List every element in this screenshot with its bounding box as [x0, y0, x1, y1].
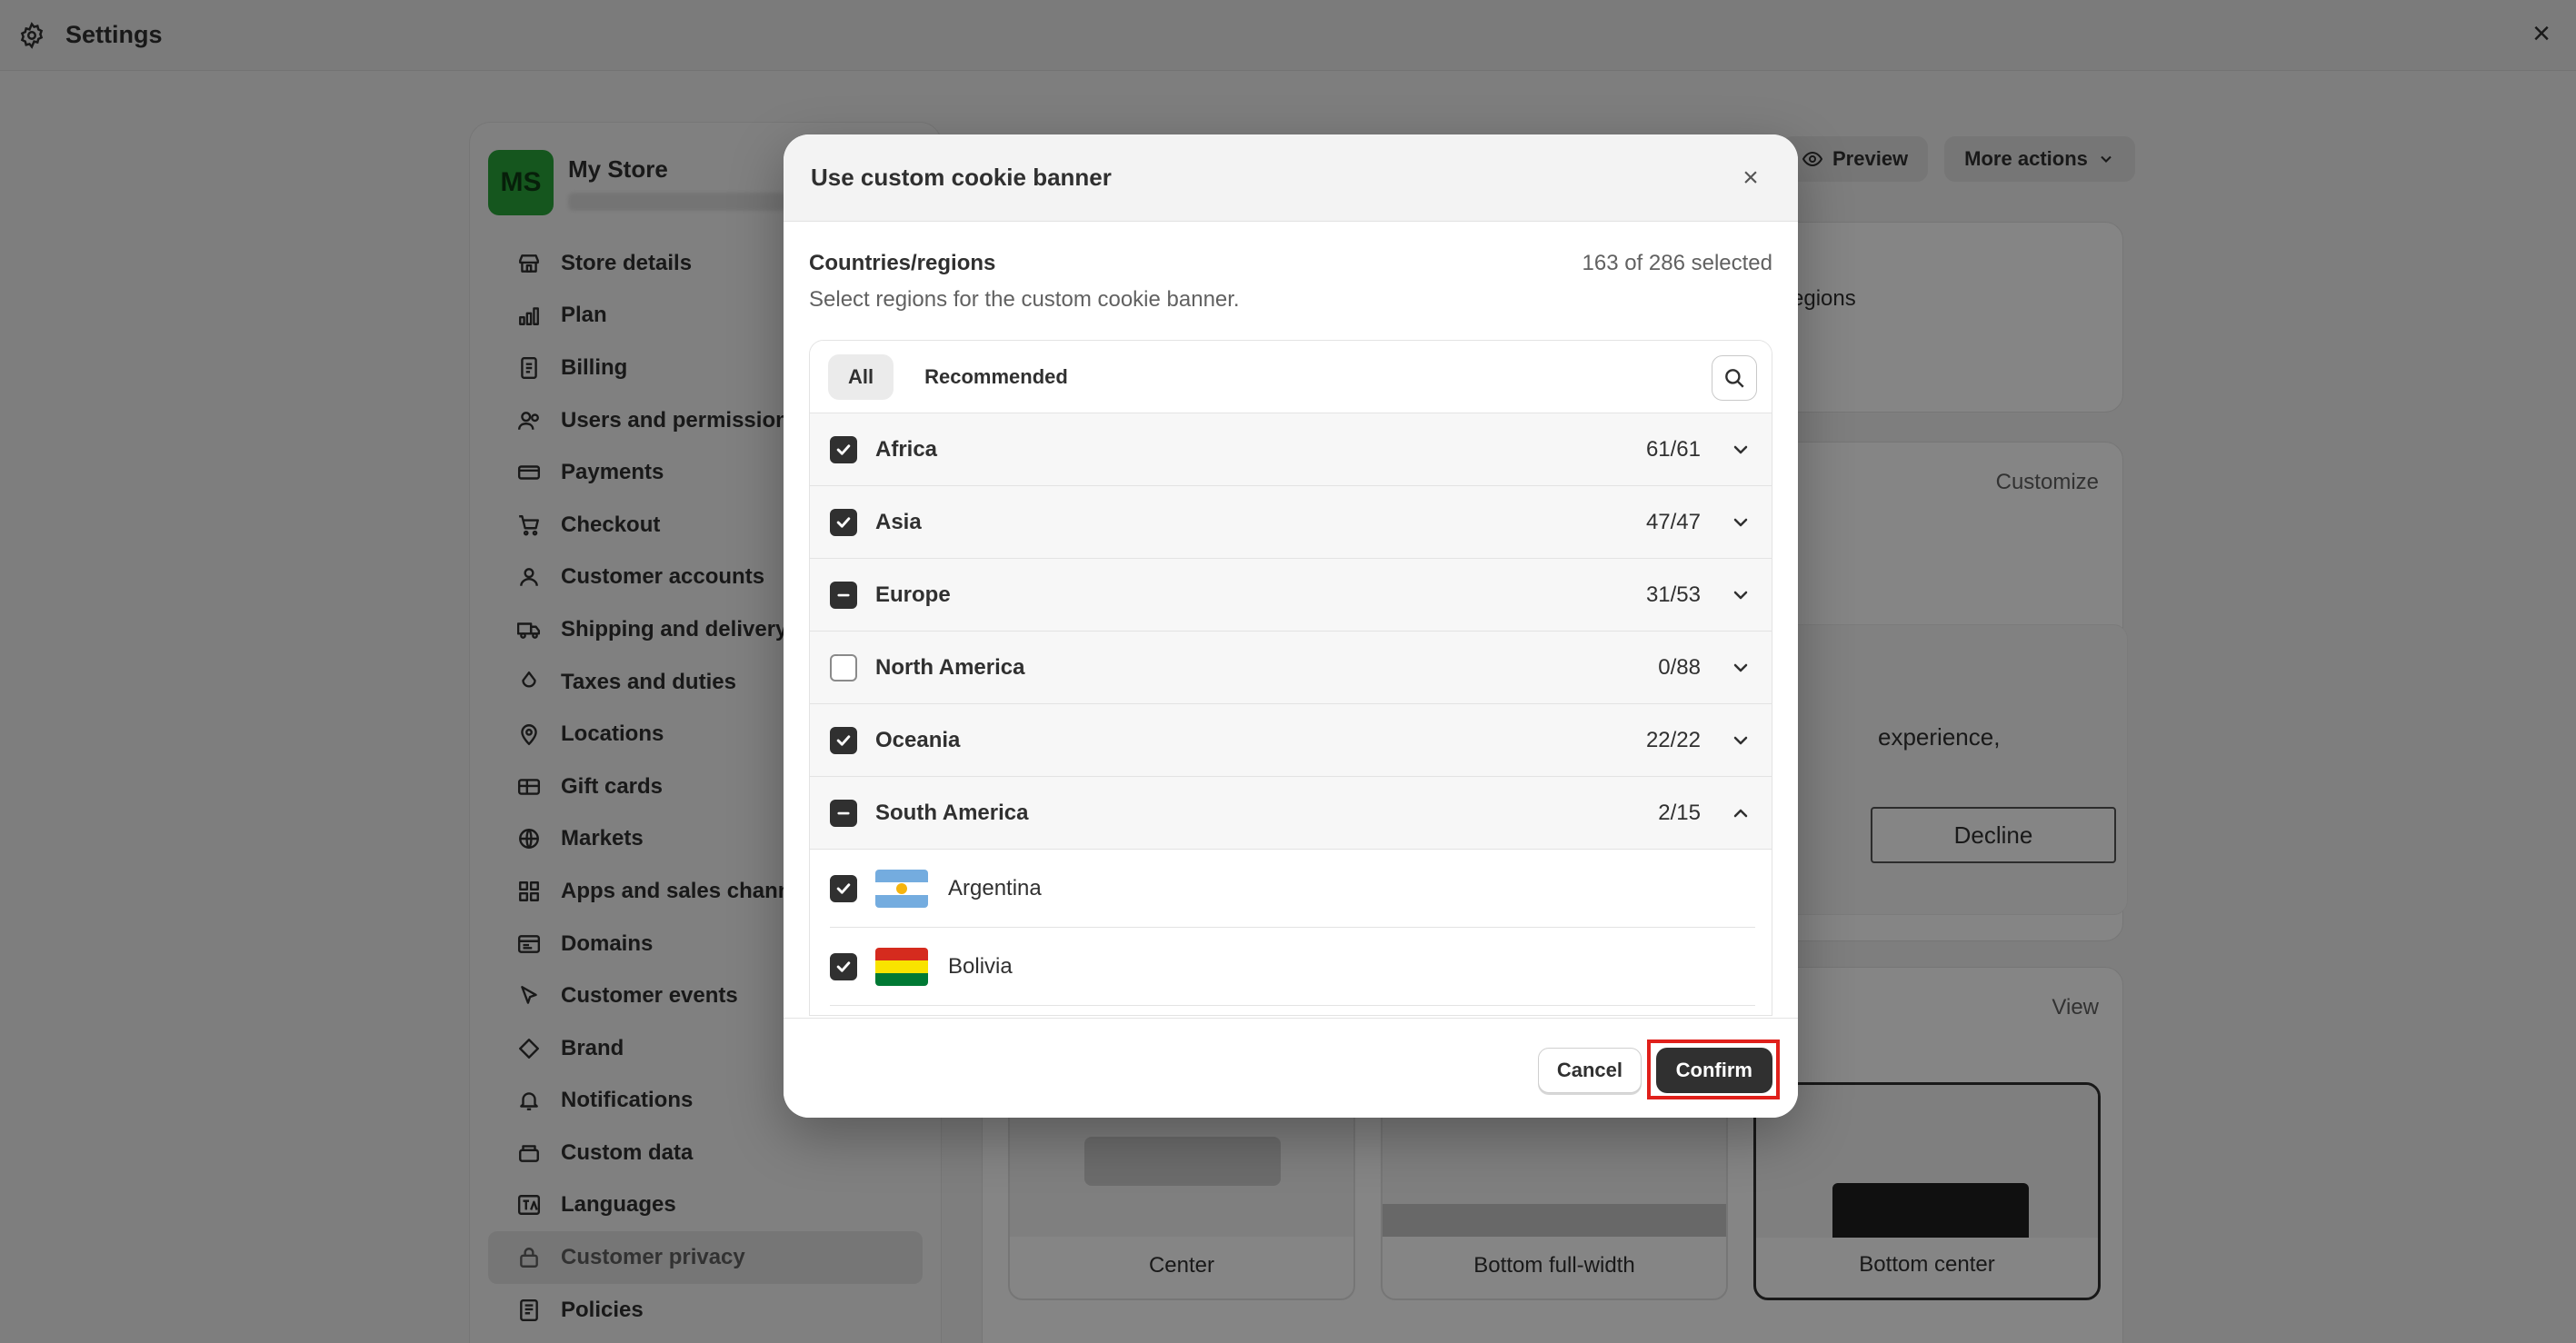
section-description: Select regions for the custom cookie ban… — [809, 287, 1240, 312]
check-icon — [836, 961, 851, 972]
filter-bar: All Recommended — [810, 341, 1772, 413]
region-count: 47/47 — [1645, 509, 1701, 534]
region-name: South America — [875, 800, 1029, 825]
chevron-up-icon[interactable] — [1730, 802, 1752, 824]
modal-body: Countries/regions 163 of 286 selected Se… — [784, 222, 1798, 1016]
check-icon — [836, 734, 851, 746]
region-row-oceania[interactable]: Oceania 22/22 — [810, 704, 1772, 777]
search-button[interactable] — [1712, 355, 1757, 401]
country-rows: Argentina Bolivia — [810, 850, 1772, 1006]
region-checkbox[interactable] — [830, 726, 857, 754]
region-list: All Recommended Africa 61/61 Asia 47/47 Euro… — [809, 340, 1772, 1016]
minus-icon — [837, 811, 850, 814]
chevron-down-icon[interactable] — [1730, 657, 1752, 679]
country-row-argentina[interactable]: Argentina — [810, 850, 1772, 928]
region-checkbox[interactable] — [830, 435, 857, 463]
cancel-button[interactable]: Cancel — [1537, 1048, 1642, 1093]
region-checkbox[interactable] — [830, 653, 857, 681]
country-row-bolivia[interactable]: Bolivia — [810, 928, 1772, 1006]
check-icon — [836, 883, 851, 894]
confirm-button[interactable]: Confirm — [1655, 1048, 1772, 1093]
country-checkbox[interactable] — [830, 875, 857, 902]
country-name: Argentina — [948, 876, 1042, 900]
region-row-asia[interactable]: Asia 47/47 — [810, 486, 1772, 559]
minus-icon — [837, 593, 850, 596]
region-checkbox[interactable] — [830, 508, 857, 536]
region-row-south-america[interactable]: South America 2/15 — [810, 777, 1772, 850]
chevron-down-icon[interactable] — [1730, 584, 1752, 606]
region-row-europe[interactable]: Europe 31/53 — [810, 559, 1772, 632]
region-rows: Africa 61/61 Asia 47/47 Europe 31/53 North Ame… — [810, 413, 1772, 850]
section-header: Countries/regions 163 of 286 selected Se… — [809, 222, 1772, 340]
custom-cookie-banner-modal: Use custom cookie banner × Countries/reg… — [784, 134, 1798, 1118]
country-name: Bolivia — [948, 954, 1013, 979]
close-icon[interactable]: × — [1732, 160, 1769, 196]
region-row-north-america[interactable]: North America 0/88 — [810, 632, 1772, 704]
bolivia-flag-icon — [875, 948, 928, 986]
modal-header: Use custom cookie banner × — [784, 134, 1798, 222]
region-checkbox[interactable] — [830, 799, 857, 827]
tab-all[interactable]: All — [828, 353, 894, 400]
region-count: 61/61 — [1645, 436, 1701, 462]
modal-footer: Cancel Confirm — [784, 1018, 1798, 1118]
region-name: Asia — [875, 509, 922, 534]
check-icon — [836, 443, 851, 455]
selected-count: 163 of 286 selected — [1582, 251, 1773, 275]
modal-title: Use custom cookie banner — [811, 164, 1112, 191]
region-checkbox[interactable] — [830, 581, 857, 609]
region-count: 31/53 — [1645, 582, 1701, 607]
chevron-down-icon[interactable] — [1730, 730, 1752, 751]
chevron-down-icon[interactable] — [1730, 512, 1752, 533]
region-name: North America — [875, 654, 1025, 680]
region-name: Oceania — [875, 727, 961, 752]
region-name: Europe — [875, 582, 951, 607]
region-count: 22/22 — [1645, 727, 1701, 752]
chevron-down-icon[interactable] — [1730, 439, 1752, 461]
region-count: 2/15 — [1658, 800, 1701, 825]
country-checkbox[interactable] — [830, 953, 857, 980]
region-name: Africa — [875, 436, 938, 462]
region-count: 0/88 — [1658, 654, 1701, 680]
argentina-flag-icon — [875, 870, 928, 908]
region-row-africa[interactable]: Africa 61/61 — [810, 413, 1772, 486]
check-icon — [836, 516, 851, 528]
search-icon — [1725, 369, 1744, 388]
tab-recommended[interactable]: Recommended — [904, 354, 1088, 400]
